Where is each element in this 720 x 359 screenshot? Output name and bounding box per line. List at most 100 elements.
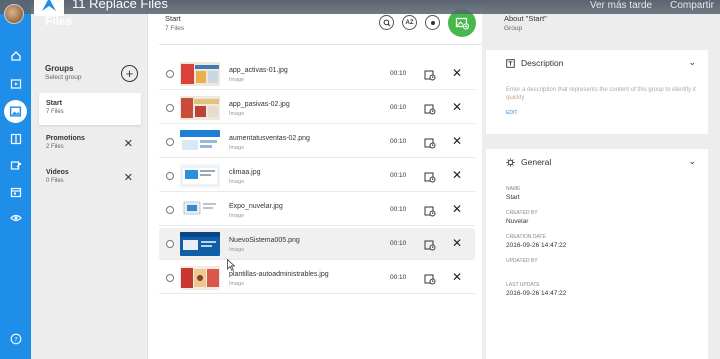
file-type: Image [229,281,245,287]
file-row[interactable]: Expo_nuvelar.jpg Image 00:10 ✕ [159,194,475,226]
group-name: Start [46,100,62,107]
share-button[interactable]: Compartir [670,0,714,11]
group-item-videos[interactable]: Videos 0 Files ✕ [39,162,141,194]
name-value: Start [506,194,520,201]
file-select-radio[interactable] [166,206,174,214]
file-name: climaa.jpg [229,169,261,176]
delete-group-icon[interactable]: ✕ [124,171,133,184]
file-row[interactable]: aumentatusventas-02.png Image 00:10 ✕ [159,126,475,158]
creation-date-value: 2016-09-26 14:47:22 [506,242,567,249]
description-header[interactable]: Description [506,58,564,68]
group-item-promotions[interactable]: Promotions 2 Files ✕ [39,128,141,160]
file-name: NuevoSistema005.png [229,237,300,244]
file-name: Expo_nuvelar.jpg [229,203,283,210]
presentation-icon[interactable] [7,75,24,92]
schedule-file-icon[interactable] [424,238,436,251]
file-type: Image [229,111,245,117]
select-all-button[interactable] [425,15,440,30]
file-type: Image [229,145,245,151]
details-panel: About "Start" Group Description ⌄ Enter … [482,0,720,359]
gear-icon [506,157,515,167]
video-title[interactable]: 11 Replace Files [72,0,168,11]
group-item-start[interactable]: Start 7 Files [39,93,141,125]
file-duration: 00:10 [390,138,407,145]
file-thumbnail [180,164,220,188]
file-name: aumentatusventas-02.png [229,135,310,142]
remove-file-icon[interactable]: ✕ [452,134,462,148]
file-select-radio[interactable] [166,104,174,112]
add-group-button[interactable]: + [121,65,138,82]
file-select-radio[interactable] [166,274,174,282]
add-image-icon [455,17,469,30]
preview-icon[interactable] [7,209,24,226]
file-thumbnail [180,62,220,86]
description-icon [506,58,515,68]
file-duration: 00:10 [390,274,407,281]
remove-file-icon[interactable]: ✕ [452,100,462,114]
schedule-file-icon[interactable] [424,170,436,183]
file-select-radio[interactable] [166,172,174,180]
file-type: Image [229,247,245,253]
sort-button[interactable]: AZ [402,15,417,30]
schedule-file-icon[interactable] [424,102,436,115]
schedule-file-icon[interactable] [424,136,436,149]
remove-file-icon[interactable]: ✕ [452,202,462,216]
navigation-rail: ? [0,0,31,359]
watch-later-button[interactable]: Ver más tarde [590,0,652,11]
file-row[interactable]: plantillas-autoadministrables.jpg Image … [159,262,475,294]
file-row[interactable]: app_activas-01.jpg Image 00:10 ✕ [159,58,475,90]
remove-file-icon[interactable]: ✕ [452,236,462,250]
file-thumbnail [180,130,220,154]
schedule-file-icon[interactable] [424,272,436,285]
description-heading: Description [521,58,564,68]
file-type: Image [229,179,245,185]
schedule-icon[interactable] [7,183,24,200]
details-subtitle: Group [504,25,523,32]
name-label: NAME [506,186,521,192]
help-icon[interactable]: ? [7,330,24,347]
file-row[interactable]: climaa.jpg Image 00:10 ✕ [159,160,475,192]
description-placeholder[interactable]: Enter a description that represents the … [506,86,696,102]
avatar[interactable] [4,4,24,24]
schedule-file-icon[interactable] [424,204,436,217]
search-icon [383,19,390,26]
channel-logo[interactable] [34,0,64,16]
file-name: plantillas-autoadministrables.jpg [229,271,329,278]
group-title: Start [165,14,181,23]
groups-subtitle: Select group [45,74,82,81]
chevron-down-icon[interactable]: ⌄ [688,57,696,68]
file-type: Image [229,77,245,83]
schedule-file-icon[interactable] [424,68,436,81]
general-header[interactable]: General [506,157,551,167]
created-by-value: Nuvelar [506,218,529,225]
last-update-label: LAST UPDATE [506,282,540,288]
file-thumbnail [180,198,220,222]
file-duration: 00:10 [390,240,407,247]
playlist-icon[interactable] [7,157,24,174]
video-title-bar: 11 Replace Files Ver más tarde Compartir [0,0,720,14]
layout-icon[interactable] [7,130,24,147]
groups-title: Groups [45,64,74,73]
file-name: app_pasivas-02.jpg [229,101,290,108]
media-icon[interactable] [4,100,27,123]
svg-text:?: ? [14,335,17,343]
chevron-down-icon[interactable]: ⌄ [688,156,696,167]
dashboard-icon[interactable] [7,47,24,64]
file-select-radio[interactable] [166,138,174,146]
video-actions: Ver más tarde Compartir [590,0,714,11]
file-duration: 00:10 [390,206,407,213]
section-header: Files [45,14,73,28]
file-row[interactable]: app_pasivas-02.jpg Image 00:10 ✕ [159,92,475,124]
file-select-radio[interactable] [166,70,174,78]
remove-file-icon[interactable]: ✕ [452,168,462,182]
file-count: 7 Files [165,25,185,32]
search-button[interactable] [379,15,394,30]
edit-description-link[interactable]: EDIT [506,110,517,116]
file-row[interactable]: NuevoSistema005.png Image 00:10 ✕ [159,228,475,260]
delete-group-icon[interactable]: ✕ [124,137,133,150]
divider [159,44,482,45]
general-card: General ⌄ NAME Start CREATED BY Nuvelar … [486,149,708,359]
remove-file-icon[interactable]: ✕ [452,66,462,80]
file-select-radio[interactable] [166,240,174,248]
remove-file-icon[interactable]: ✕ [452,270,462,284]
